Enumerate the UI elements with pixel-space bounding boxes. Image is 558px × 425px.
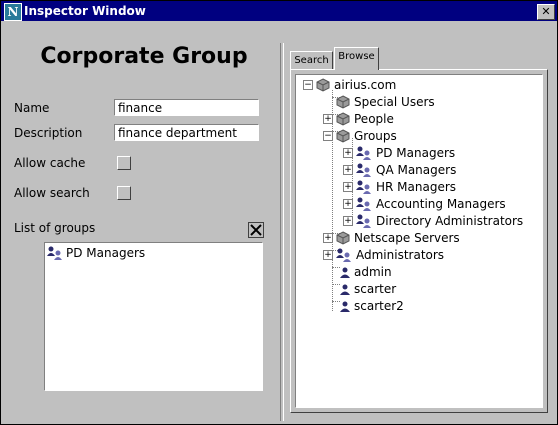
tree-node-label: Netscape Servers: [354, 230, 460, 245]
tree-node-label: PD Managers: [376, 145, 456, 160]
expand-group-toggle[interactable]: +: [343, 182, 353, 192]
name-label: Name: [14, 101, 50, 115]
page-title: Corporate Group: [40, 44, 248, 69]
collapse-groups-toggle[interactable]: −: [323, 131, 333, 141]
tree-node-label: scarter: [354, 281, 397, 296]
close-button[interactable]: ✕: [537, 4, 555, 20]
allow-cache-label: Allow cache: [14, 156, 86, 170]
tree-node-user[interactable]: admin: [340, 263, 392, 280]
group-icon: [356, 197, 372, 211]
description-field[interactable]: finance department: [114, 124, 259, 141]
browse-panel: − airius.com Special Users + People − Gr…: [290, 69, 548, 413]
expand-group-toggle[interactable]: +: [343, 199, 353, 209]
allow-search-checkbox[interactable]: [117, 186, 131, 200]
directory-tree[interactable]: − airius.com Special Users + People − Gr…: [295, 74, 543, 408]
tree-node-group[interactable]: QA Managers: [356, 161, 456, 178]
list-item-label: PD Managers: [66, 246, 146, 260]
allow-search-label: Allow search: [14, 186, 90, 200]
tree-node-label: People: [354, 111, 394, 126]
tree-node-groups[interactable]: Groups: [336, 127, 397, 144]
tree-node-group[interactable]: HR Managers: [356, 178, 456, 195]
group-icon: [336, 248, 352, 262]
tree-node-label: Directory Administrators: [376, 213, 524, 228]
name-field[interactable]: finance: [114, 99, 259, 116]
group-icon: [356, 163, 372, 177]
list-of-groups-label: List of groups: [14, 221, 96, 235]
tree-node-label: HR Managers: [376, 179, 457, 194]
inspector-window: N Inspector Window ✕ Corporate Group Nam…: [0, 0, 558, 425]
user-icon: [340, 266, 350, 278]
expand-group-toggle[interactable]: +: [343, 148, 353, 158]
tree-node-root[interactable]: airius.com: [316, 76, 396, 93]
group-icon: [47, 246, 63, 260]
tree-node-user[interactable]: scarter: [340, 280, 396, 297]
netscape-logo-icon: N: [4, 3, 22, 21]
expand-netscape-servers-toggle[interactable]: +: [323, 233, 333, 243]
ou-cube-icon: [336, 128, 350, 143]
remove-group-icon[interactable]: [248, 222, 264, 238]
tree-node-people[interactable]: People: [336, 110, 394, 127]
tree-node-label: Administrators: [356, 247, 445, 262]
description-label: Description: [14, 126, 83, 140]
tab-browse[interactable]: Browse: [334, 47, 379, 70]
tree-node-user[interactable]: scarter2: [340, 297, 404, 314]
group-icon: [356, 214, 372, 228]
list-item[interactable]: PD Managers: [47, 246, 145, 260]
ou-cube-icon: [336, 94, 350, 109]
tree-node-label: scarter2: [354, 298, 404, 313]
tree-node-label: airius.com: [334, 77, 397, 92]
group-icon: [356, 146, 372, 160]
title-bar[interactable]: N Inspector Window ✕: [1, 1, 557, 21]
tree-node-administrators[interactable]: Administrators: [336, 246, 444, 263]
tree-node-label: admin: [354, 264, 392, 279]
user-icon: [340, 283, 350, 295]
expand-administrators-toggle[interactable]: +: [323, 250, 333, 260]
user-icon: [340, 300, 350, 312]
window-title: Inspector Window: [24, 4, 146, 18]
tree-node-label: Special Users: [354, 94, 435, 109]
expand-people-toggle[interactable]: +: [323, 114, 333, 124]
tab-search[interactable]: Search: [290, 51, 333, 69]
allow-cache-checkbox[interactable]: [117, 156, 131, 170]
expand-group-toggle[interactable]: +: [343, 165, 353, 175]
collapse-root-toggle[interactable]: −: [303, 80, 313, 90]
tree-node-group[interactable]: Directory Administrators: [356, 212, 523, 229]
ou-cube-icon: [336, 230, 350, 245]
tree-node-special-users[interactable]: Special Users: [336, 93, 435, 110]
domain-cube-icon: [316, 77, 330, 92]
tree-node-netscape-servers[interactable]: Netscape Servers: [336, 229, 460, 246]
ou-cube-icon: [336, 111, 350, 126]
tree-node-group[interactable]: PD Managers: [356, 144, 455, 161]
group-icon: [356, 180, 372, 194]
groups-list[interactable]: PD Managers: [44, 242, 263, 391]
tree-node-label: QA Managers: [376, 162, 457, 177]
splitter[interactable]: [280, 43, 284, 421]
tree-node-label: Groups: [354, 128, 397, 143]
tree-node-label: Accounting Managers: [376, 196, 506, 211]
tree-node-group[interactable]: Accounting Managers: [356, 195, 506, 212]
expand-group-toggle[interactable]: +: [343, 216, 353, 226]
